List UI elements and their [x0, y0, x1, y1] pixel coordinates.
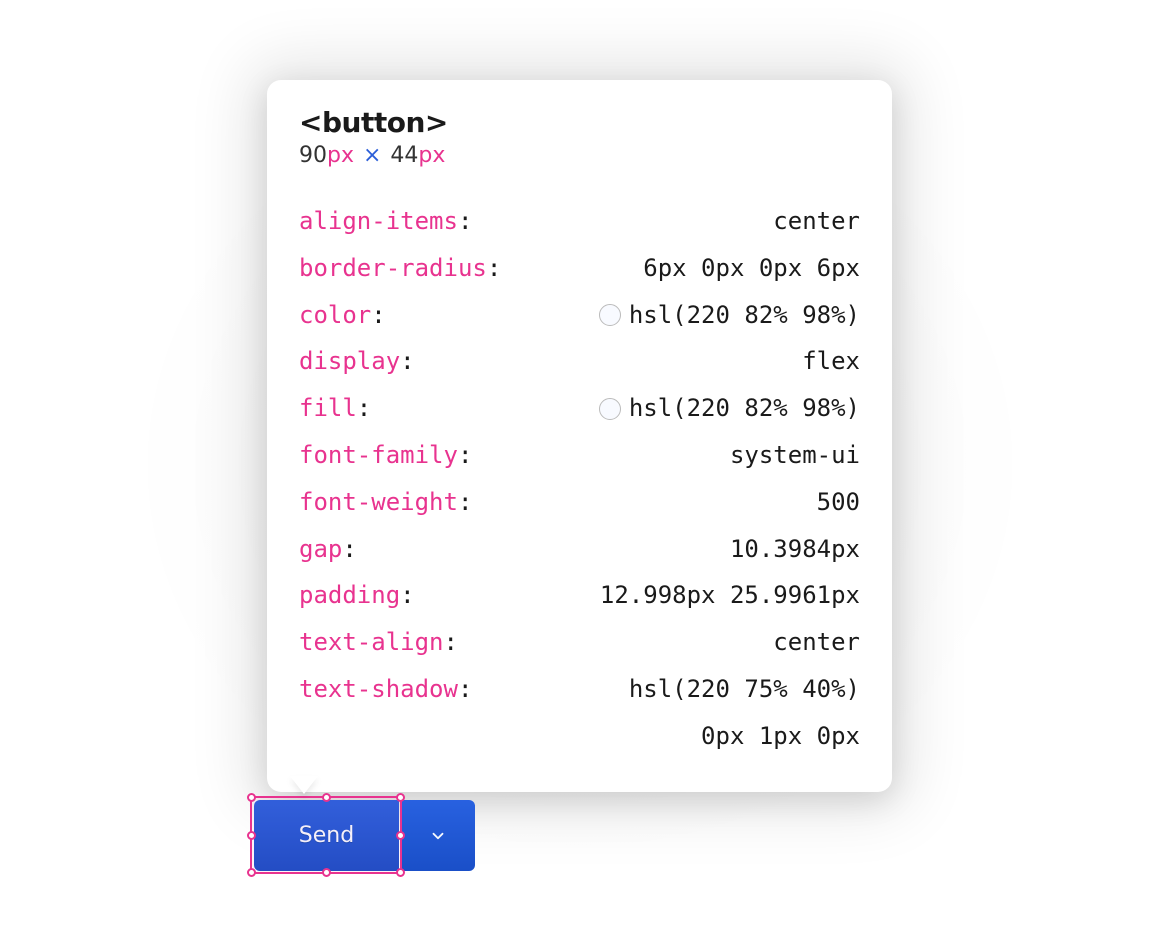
css-property-row: color hsl(220 82% 98%)	[299, 292, 860, 339]
css-property-name: fill	[299, 385, 371, 432]
css-property-row: text-align center	[299, 619, 860, 666]
css-property-row: border-radius 6px 0px 0px 6px	[299, 245, 860, 292]
css-property-name: align-items	[299, 198, 472, 245]
chevron-down-icon	[429, 827, 447, 845]
css-property-name: color	[299, 292, 386, 339]
css-property-name: text-shadow	[299, 666, 472, 713]
css-property-name: font-family	[299, 432, 472, 479]
css-property-row: gap 10.3984px	[299, 526, 860, 573]
css-property-value: center	[773, 619, 860, 666]
color-swatch-icon	[599, 398, 621, 420]
css-property-name: padding	[299, 572, 415, 619]
css-inspector-tooltip: <button> 90px × 44px align-items center …	[267, 80, 892, 792]
width-value: 90	[299, 143, 327, 168]
color-swatch-icon	[599, 304, 621, 326]
css-property-name: text-align	[299, 619, 458, 666]
tooltip-arrow-icon	[290, 776, 318, 794]
element-tag: <button>	[299, 106, 860, 139]
dimensions-separator: ×	[363, 143, 381, 168]
css-property-value: center	[773, 198, 860, 245]
css-property-value: 6px 0px 0px 6px	[643, 245, 860, 292]
css-property-value: 12.998px 25.9961px	[600, 572, 860, 619]
element-dimensions: 90px × 44px	[299, 143, 860, 168]
css-property-name: gap	[299, 526, 357, 573]
css-property-row: font-weight 500	[299, 479, 860, 526]
css-property-row: font-family system-ui	[299, 432, 860, 479]
css-property-value: flex	[802, 338, 860, 385]
css-property-value: 500	[817, 479, 860, 526]
send-dropdown-button[interactable]	[401, 800, 475, 871]
css-property-row: text-shadow hsl(220 75% 40%) 0px 1px 0px	[299, 666, 860, 760]
height-unit: px	[418, 143, 445, 168]
css-property-value: system-ui	[730, 432, 860, 479]
send-button[interactable]: Send	[254, 800, 399, 871]
css-property-row: display flex	[299, 338, 860, 385]
height-value: 44	[390, 143, 418, 168]
css-property-row: padding 12.998px 25.9961px	[299, 572, 860, 619]
css-property-row: fill hsl(220 82% 98%)	[299, 385, 860, 432]
css-property-name: font-weight	[299, 479, 472, 526]
css-property-row: align-items center	[299, 198, 860, 245]
css-property-value: hsl(220 75% 40%) 0px 1px 0px	[629, 666, 860, 760]
css-property-name: border-radius	[299, 245, 501, 292]
send-button-group: Send	[254, 800, 475, 871]
width-unit: px	[327, 143, 354, 168]
css-property-value: hsl(220 82% 98%)	[599, 385, 860, 432]
css-property-name: display	[299, 338, 415, 385]
css-properties-list: align-items center border-radius 6px 0px…	[299, 198, 860, 760]
tooltip-header: <button> 90px × 44px	[299, 106, 860, 168]
css-property-value: 10.3984px	[730, 526, 860, 573]
css-property-value: hsl(220 82% 98%)	[599, 292, 860, 339]
